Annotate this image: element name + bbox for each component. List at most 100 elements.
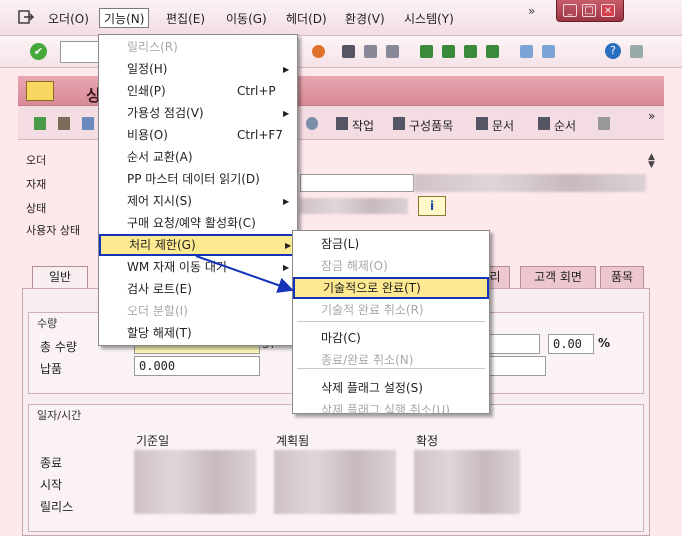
first-page-icon[interactable]: [420, 45, 433, 58]
menu-system[interactable]: 시스템(Y): [404, 10, 454, 27]
redacted-confirmed-dates: [414, 450, 520, 514]
menu-settings[interactable]: 환경(V): [345, 10, 385, 27]
function-dropdown-menu: 릴리스(R) 일정(H) ▶ 인쇄(P) Ctrl+P 가용성 점검(V) ▶ 비용(O) Ct…: [98, 34, 298, 346]
tab-items[interactable]: 품목: [600, 266, 644, 288]
work-button[interactable]: 작업: [352, 117, 374, 134]
layout-icon[interactable]: [630, 45, 643, 58]
row-start: 시작: [40, 478, 63, 492]
maximize-button[interactable]: □: [582, 4, 596, 17]
tab-general[interactable]: 일반: [32, 266, 88, 289]
dates-group-title: 일자/시간: [37, 409, 82, 422]
delivered-extra-input[interactable]: [488, 356, 546, 376]
submenu-arrow-icon: ▶: [283, 263, 290, 272]
enter-check-icon[interactable]: ✔: [30, 43, 47, 60]
function-menu-item-12[interactable]: 오더 분할(I): [99, 300, 297, 322]
function-menu-item-4[interactable]: 비용(O) Ctrl+F7: [99, 124, 297, 146]
menu-separator: [297, 321, 485, 322]
new-session-icon[interactable]: [520, 45, 533, 58]
redacted-material-text: [414, 174, 646, 192]
document-icon[interactable]: [58, 117, 70, 130]
function-menu-item-6[interactable]: PP 마스터 데이터 읽기(D): [99, 168, 297, 190]
last-page-icon[interactable]: [486, 45, 499, 58]
function-menu-item-0[interactable]: 릴리스(R): [99, 36, 297, 58]
function-menu-item-label: 비용(O): [127, 128, 168, 142]
menu-function[interactable]: 기능(N): [99, 8, 150, 28]
print-icon[interactable]: [342, 45, 355, 58]
submenu-arrow-icon: ▶: [283, 197, 290, 206]
function-menu-item-5[interactable]: 순서 교환(A): [99, 146, 297, 168]
next-page-icon[interactable]: [464, 45, 477, 58]
cancel-icon[interactable]: [312, 45, 325, 58]
delivered-input[interactable]: 0.000: [134, 356, 260, 376]
restriction-menu-item-3[interactable]: 기술적 완료 취소(R): [293, 299, 489, 321]
function-menu-item-shortcut: Ctrl+P: [237, 84, 276, 98]
menu-overflow-button[interactable]: »: [528, 4, 535, 18]
shortcut-icon[interactable]: [542, 45, 555, 58]
row-finish: 종료: [40, 456, 63, 470]
function-menu-item-2[interactable]: 인쇄(P) Ctrl+P: [99, 80, 297, 102]
close-button[interactable]: ×: [601, 4, 615, 17]
menu-separator: [297, 368, 485, 369]
quantity-extra-input[interactable]: [488, 334, 540, 354]
cube-icon[interactable]: [598, 117, 610, 130]
function-menu-item-shortcut: Ctrl+F7: [237, 128, 283, 142]
sequence-button[interactable]: 순서: [554, 117, 576, 134]
app-toolbar-overflow[interactable]: »: [648, 109, 655, 123]
restriction-menu-item-0[interactable]: 잠금(L): [293, 233, 489, 255]
scroll-down-icon[interactable]: ▼: [648, 160, 655, 170]
restriction-menu-item-1[interactable]: 잠금 해제(O): [293, 255, 489, 277]
components-icon[interactable]: [393, 117, 405, 130]
function-menu-item-10[interactable]: WM 자재 이동 대기 ▶: [99, 256, 297, 278]
status-info-button[interactable]: i: [418, 196, 446, 216]
delivered-label: 납품: [40, 362, 63, 376]
restriction-menu-item-6[interactable]: 삭제 플래그 설정(S): [293, 377, 489, 399]
function-menu-item-label: 제어 지시(S): [127, 194, 192, 208]
material-description-field[interactable]: [300, 174, 414, 192]
restriction-menu-item-label: 기술적으로 완료(T): [323, 281, 421, 295]
menu-edit[interactable]: 편집(E): [166, 10, 205, 27]
exit-icon[interactable]: [18, 10, 34, 24]
find-next-icon[interactable]: [386, 45, 399, 58]
function-menu-item-3[interactable]: 가용성 점검(V) ▶: [99, 102, 297, 124]
menu-bar: 오더(O) 기능(N) 편집(E) 이동(G) 헤더(D) 환경(V) 시스템(…: [0, 0, 682, 36]
minimize-button[interactable]: _: [563, 4, 577, 17]
total-quantity-label: 총 수량: [40, 340, 77, 354]
restriction-menu-item-4[interactable]: 마감(C): [293, 327, 489, 349]
scrap-percent-input[interactable]: 0.00: [548, 334, 594, 354]
find-icon[interactable]: [364, 45, 377, 58]
processing-restriction-submenu: 잠금(L) 잠금 해제(O) 기술적으로 완료(T) 기술적 완료 취소(R) 마감(C…: [292, 230, 490, 417]
previous-page-icon[interactable]: [442, 45, 455, 58]
function-menu-item-label: 인쇄(P): [127, 84, 166, 98]
function-menu-item-11[interactable]: 검사 로트(E): [99, 278, 297, 300]
work-icon[interactable]: [336, 117, 348, 130]
function-menu-item-9[interactable]: 처리 제한(G) ▶: [99, 234, 297, 256]
calculator-icon[interactable]: [82, 117, 94, 130]
documents-icon[interactable]: [476, 117, 488, 130]
material-label: 자재: [26, 178, 47, 191]
function-menu-item-1[interactable]: 일정(H) ▶: [99, 58, 297, 80]
restriction-menu-item-7[interactable]: 삭제 플래그 실행 취소(U): [293, 399, 489, 421]
documents-button[interactable]: 문서: [492, 117, 514, 134]
function-menu-item-13[interactable]: 할당 해제(T): [99, 322, 297, 344]
restriction-menu-item-2[interactable]: 기술적으로 완료(T): [293, 277, 489, 299]
menu-order[interactable]: 오더(O): [48, 10, 89, 27]
function-menu-item-8[interactable]: 구매 요청/예약 활성화(C): [99, 212, 297, 234]
function-menu-item-7[interactable]: 제어 지시(S) ▶: [99, 190, 297, 212]
function-menu-item-label: 일정(H): [127, 62, 168, 76]
operations-icon[interactable]: [306, 117, 318, 130]
menu-goto[interactable]: 이동(G): [226, 10, 267, 27]
order-type-icon[interactable]: [26, 81, 54, 101]
function-menu-item-label: 가용성 점검(V): [127, 106, 204, 120]
command-field[interactable]: [60, 41, 102, 63]
components-button[interactable]: 구성품목: [409, 117, 453, 134]
restriction-menu-item-label: 삭제 플래그 설정(S): [321, 381, 423, 395]
redacted-scheduled-dates: [274, 450, 396, 514]
sequence-icon[interactable]: [538, 117, 550, 130]
help-icon[interactable]: ?: [605, 43, 621, 59]
menu-header[interactable]: 헤더(D): [286, 10, 327, 27]
tab-customer-screen[interactable]: 고객 회면: [520, 266, 596, 288]
status-label: 상태: [26, 202, 47, 215]
flag-icon[interactable]: [34, 117, 46, 130]
vertical-scrollbar[interactable]: ▲ ▼: [646, 152, 660, 536]
col-scheduled: 계획됨: [276, 434, 310, 448]
